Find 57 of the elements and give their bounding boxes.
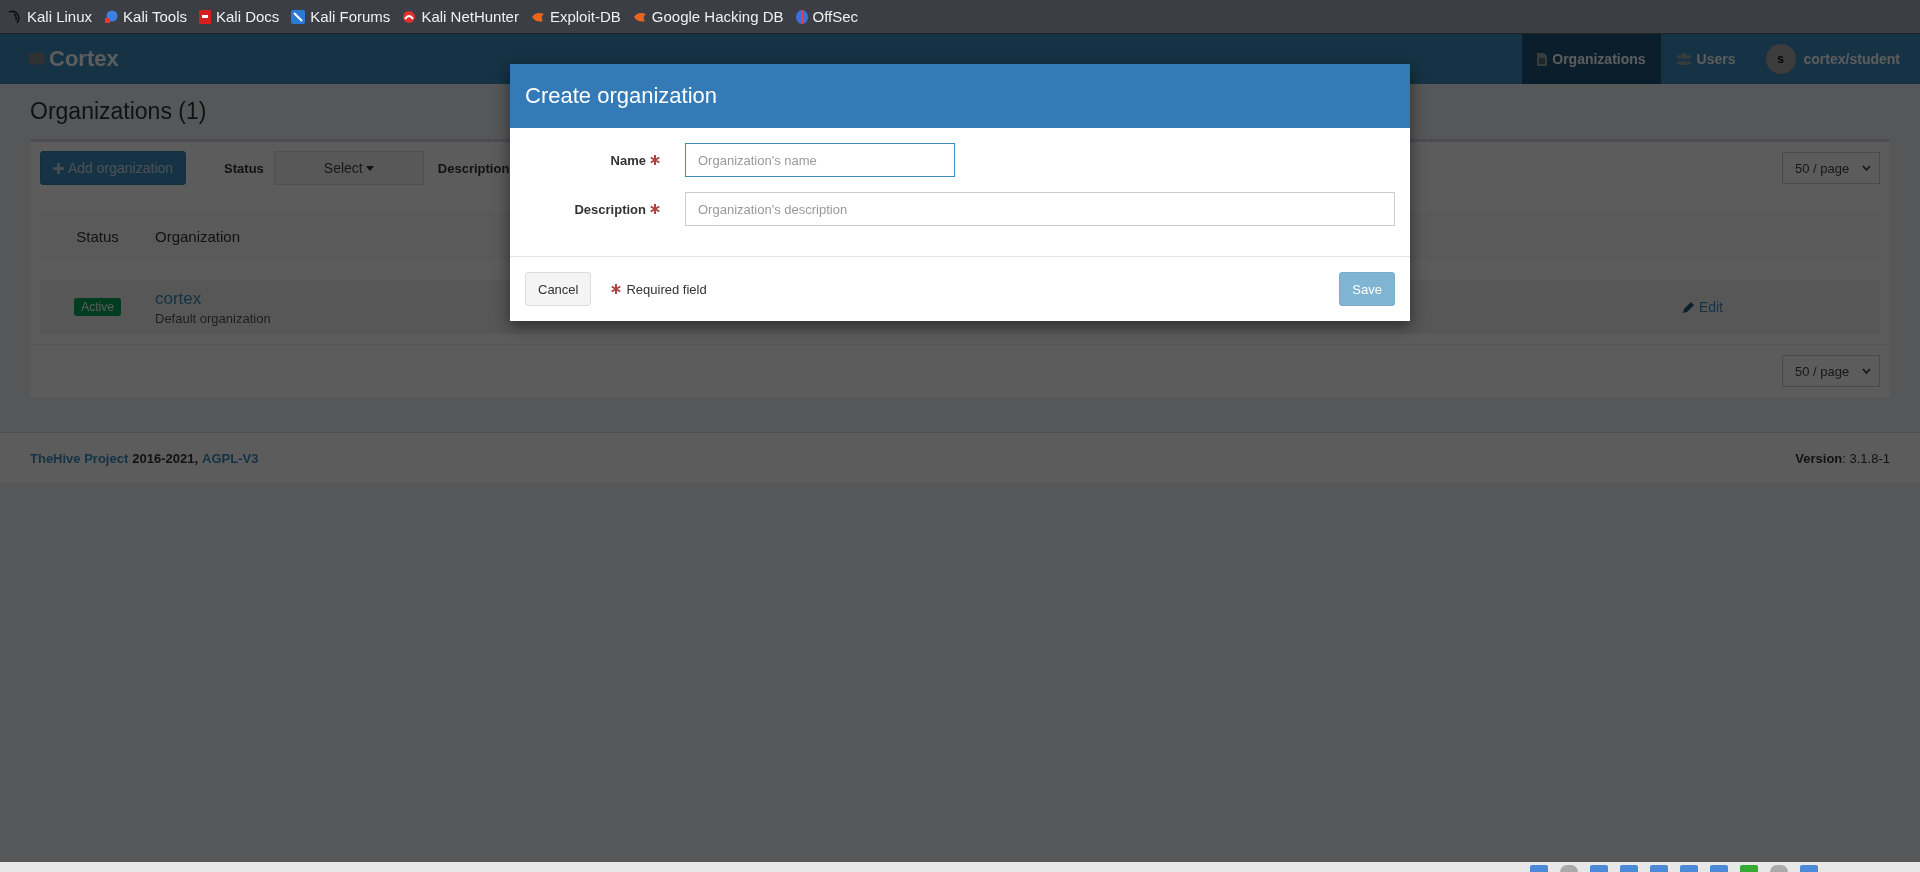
- required-field-note: Required field: [626, 281, 707, 297]
- cancel-button[interactable]: Cancel: [525, 272, 592, 306]
- text-input[interactable]: Organization's description: [685, 192, 1395, 226]
- tray-icon[interactable]: [1710, 865, 1728, 872]
- chevron-icon: [1862, 165, 1871, 171]
- organization-description: Default organization: [155, 310, 272, 326]
- forum-icon: [291, 9, 306, 24]
- user-menu[interactable]: s cortex/student: [1750, 34, 1920, 84]
- book-icon: [199, 9, 211, 24]
- field-label: Description: [574, 201, 646, 217]
- flame-icon: [632, 10, 647, 23]
- description-label: Description: [437, 160, 510, 176]
- required-asterisk-icon: [611, 284, 622, 294]
- status-label: Status: [224, 160, 264, 176]
- copyright-years: 2016-2021,: [132, 450, 199, 466]
- tray-icon[interactable]: [1560, 865, 1578, 872]
- chevron-icon: [1862, 368, 1871, 374]
- version-text: Version: 3.1.8-1: [1795, 450, 1890, 466]
- caret-icon: [365, 165, 374, 171]
- column-header: Status: [75, 227, 120, 245]
- user-avatar: s: [1765, 44, 1796, 74]
- users-icon: [1675, 53, 1692, 65]
- license-link[interactable]: AGPL-V3: [202, 450, 259, 466]
- bookmark-link[interactable]: Google Hacking DB: [632, 8, 784, 25]
- column-header: Organization: [155, 227, 241, 245]
- edit-link[interactable]: Edit: [1682, 299, 1723, 315]
- status-select[interactable]: Select: [273, 151, 424, 185]
- tray-icon[interactable]: [1680, 865, 1698, 872]
- bookmark-link[interactable]: Kali Forums: [291, 8, 391, 25]
- bookmark-link[interactable]: OffSec: [795, 8, 859, 25]
- flame-icon: [530, 10, 545, 23]
- per-page-select[interactable]: 50 / page: [1782, 152, 1880, 184]
- dialog-title: Create organization: [525, 83, 717, 109]
- tray-icon[interactable]: [1800, 865, 1818, 872]
- project-link[interactable]: TheHive Project: [30, 450, 129, 466]
- tray-icon[interactable]: [1650, 865, 1668, 872]
- bookmark-link[interactable]: Kali NetHunter: [402, 8, 519, 25]
- tray-icon[interactable]: [1530, 865, 1548, 872]
- field-label: Name: [610, 152, 646, 168]
- bookmark-link[interactable]: Kali Docs: [199, 8, 280, 25]
- text-input[interactable]: Organization's name: [685, 143, 955, 177]
- tray-icon[interactable]: [1740, 865, 1758, 872]
- tray-icon[interactable]: [1590, 865, 1608, 872]
- document-icon: [1537, 52, 1548, 66]
- bookmark-link[interactable]: Kali Tools: [104, 8, 187, 25]
- globe-icon: [104, 9, 119, 24]
- tray-icon[interactable]: [1620, 865, 1638, 872]
- status-badge: Active: [74, 298, 121, 316]
- tray-icon[interactable]: [1770, 865, 1788, 872]
- bookmark-link[interactable]: Kali Linux: [8, 8, 93, 25]
- nav-link[interactable]: Organizations: [1522, 34, 1661, 84]
- app-logo[interactable]: Cortex: [49, 46, 119, 72]
- pencil-icon: [1682, 301, 1695, 313]
- page-title: Organizations (1): [30, 98, 207, 125]
- plus-icon: [53, 162, 64, 174]
- per-page-select[interactable]: 50 / page: [1782, 355, 1880, 387]
- bookmark-link[interactable]: Exploit-DB: [530, 8, 621, 25]
